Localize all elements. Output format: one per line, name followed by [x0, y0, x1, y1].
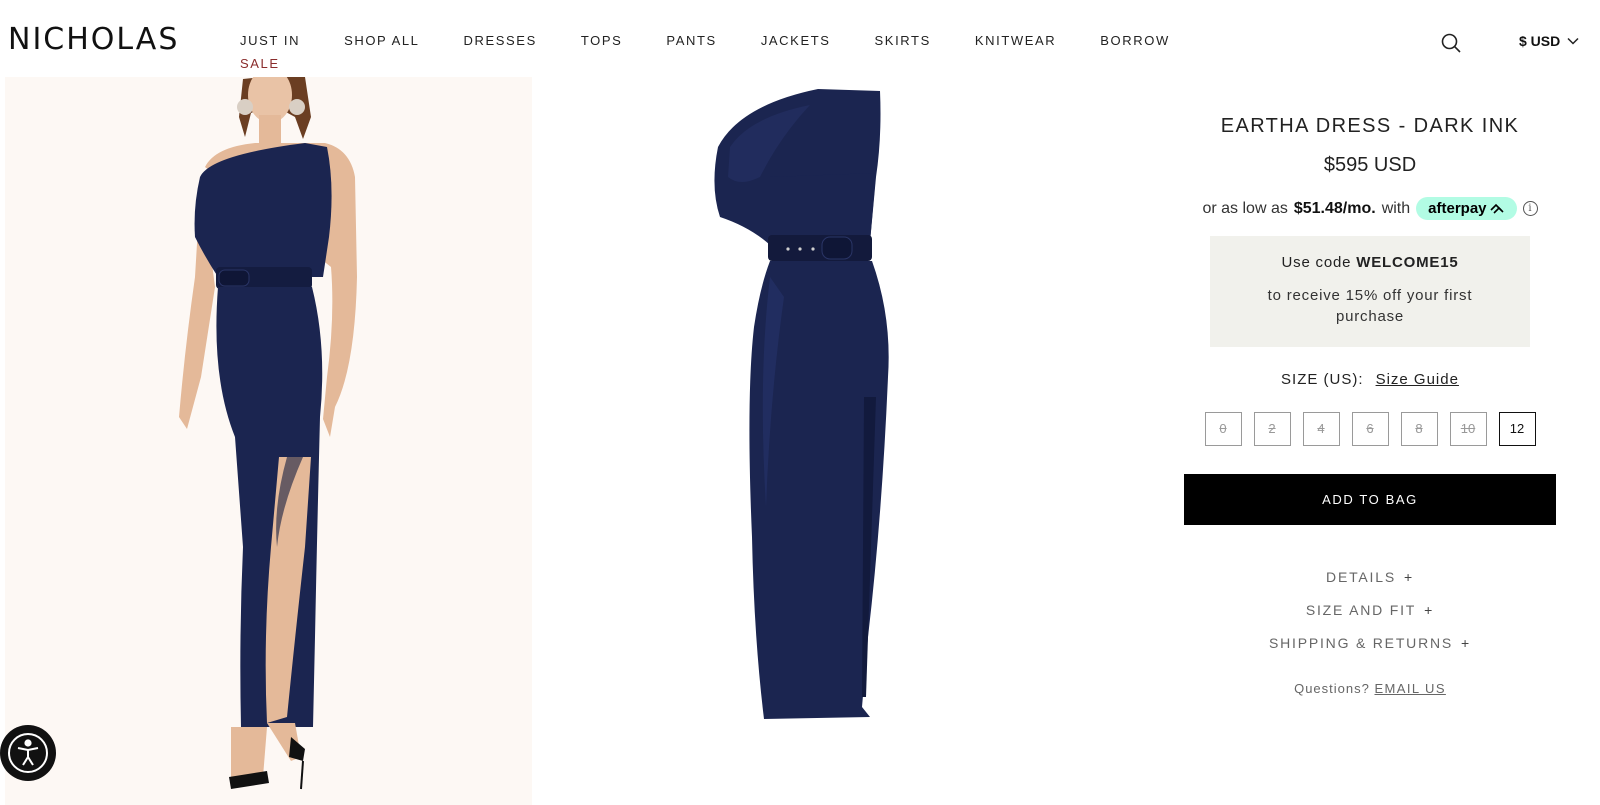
nav-item-dresses[interactable]: DRESSES: [464, 33, 537, 48]
size-option[interactable]: 10: [1449, 412, 1487, 446]
plus-icon: +: [1403, 569, 1414, 585]
nav-item-just-in[interactable]: JUST IN: [240, 33, 300, 48]
size-row: SIZE (US): Size Guide: [1170, 371, 1570, 388]
chevron-down-icon: [1567, 37, 1579, 45]
size-option[interactable]: 6: [1351, 412, 1389, 446]
product-image-flat[interactable]: [570, 77, 1110, 805]
model-photo: [5, 77, 532, 805]
info-accordion: DETAILS + SIZE AND FIT + SHIPPING & RETURN…: [1170, 569, 1570, 651]
size-options: 0 2 4 6 8 10 12: [1170, 412, 1570, 446]
main-nav: JUST IN SHOP ALL DRESSES TOPS PANTS JACK…: [240, 33, 1214, 48]
nav-item-borrow[interactable]: BORROW: [1100, 33, 1170, 48]
questions-label: Questions?: [1294, 681, 1370, 696]
info-icon[interactable]: i: [1522, 201, 1538, 216]
size-option[interactable]: 4: [1302, 412, 1340, 446]
email-us-link[interactable]: EMAIL US: [1374, 681, 1445, 696]
accordion-details[interactable]: DETAILS +: [1170, 569, 1570, 585]
accordion-label: SHIPPING & RETURNS: [1268, 635, 1454, 651]
plus-icon: +: [1424, 602, 1435, 618]
dress-photo: [570, 77, 1110, 805]
nav-item-shop-all[interactable]: SHOP ALL: [344, 33, 419, 48]
product-image-model[interactable]: [5, 77, 532, 805]
questions-row: Questions? EMAIL US: [1170, 681, 1570, 696]
product-panel: EARTHA DRESS - DARK INK $595 USD or as l…: [1170, 110, 1570, 696]
installment-amount: $51.48/mo.: [1293, 199, 1376, 217]
brand-logo[interactable]: NICHOLAS: [8, 22, 179, 57]
promo-code: WELCOME15: [1356, 254, 1459, 271]
size-option[interactable]: 8: [1400, 412, 1438, 446]
product-price: $595 USD: [1323, 154, 1417, 176]
product-title: EARTHA DRESS - DARK INK: [1220, 115, 1520, 137]
nav-item-jackets[interactable]: JACKETS: [761, 33, 831, 48]
accordion-label: DETAILS: [1326, 569, 1396, 585]
promo-prefix: Use code: [1281, 254, 1352, 271]
currency-selector[interactable]: $ USD: [1519, 33, 1580, 49]
accordion-shipping-returns[interactable]: SHIPPING & RETURNS +: [1170, 635, 1570, 651]
nav-item-knitwear[interactable]: KNITWEAR: [975, 33, 1056, 48]
afterpay-label: afterpay: [1428, 200, 1487, 217]
accessibility-button[interactable]: [0, 725, 56, 781]
nav-item-skirts[interactable]: SKIRTS: [875, 33, 931, 48]
accordion-label: SIZE AND FIT: [1305, 602, 1417, 618]
nav-item-sale[interactable]: SALE: [240, 56, 280, 71]
promo-box: Use code WELCOME15 to receive 15% off yo…: [1210, 236, 1530, 347]
size-guide-link[interactable]: Size Guide: [1376, 371, 1459, 388]
accordion-size-and-fit[interactable]: SIZE AND FIT +: [1170, 602, 1570, 618]
nav-item-pants[interactable]: PANTS: [666, 33, 716, 48]
plus-icon: +: [1461, 635, 1472, 651]
installment-row: or as low as $51.48/mo. with afterpay i: [1170, 197, 1570, 220]
size-option[interactable]: 0: [1204, 412, 1242, 446]
size-option[interactable]: 2: [1253, 412, 1291, 446]
promo-code-line: Use code WELCOME15: [1210, 254, 1530, 271]
size-label: SIZE (US):: [1281, 371, 1364, 388]
afterpay-badge[interactable]: afterpay: [1416, 197, 1517, 220]
accessibility-icon: [8, 733, 48, 773]
add-to-bag-button[interactable]: ADD TO BAG: [1184, 474, 1556, 525]
afterpay-arrows-icon: [1489, 203, 1504, 214]
promo-text: to receive 15% off your first purchase: [1267, 287, 1473, 325]
installment-suffix: with: [1381, 199, 1411, 217]
currency-label: $ USD: [1519, 33, 1561, 49]
nav-item-tops[interactable]: TOPS: [581, 33, 623, 48]
size-option-selected[interactable]: 12: [1498, 412, 1536, 446]
installment-prefix: or as low as: [1202, 199, 1288, 217]
search-icon[interactable]: [1439, 31, 1463, 55]
